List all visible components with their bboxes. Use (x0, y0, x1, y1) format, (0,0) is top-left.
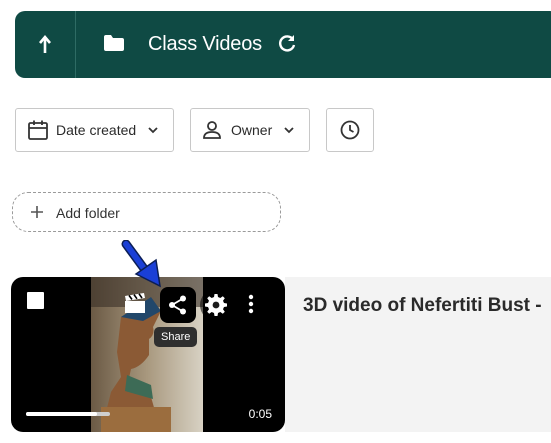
go-up-button[interactable] (15, 11, 76, 78)
person-icon (203, 121, 221, 139)
recent-filter-button[interactable] (326, 108, 374, 152)
owner-filter-button[interactable]: Owner (190, 108, 310, 152)
date-created-label: Date created (56, 122, 137, 138)
share-tooltip: Share (154, 327, 198, 347)
arrow-up-icon (39, 34, 51, 53)
refresh-icon[interactable] (276, 33, 298, 55)
share-button[interactable] (160, 287, 196, 323)
folder-title: Class Videos (148, 33, 262, 55)
folder-icon (104, 35, 124, 51)
video-thumbnail[interactable]: Share 0:05 (11, 277, 285, 432)
select-checkbox[interactable] (27, 292, 44, 309)
video-title[interactable]: 3D video of Nefertiti Bust - (303, 295, 551, 317)
chevron-down-icon (284, 127, 294, 134)
video-progress-bar[interactable] (26, 412, 110, 416)
calendar-icon (28, 120, 48, 140)
date-created-filter-button[interactable]: Date created (15, 108, 174, 152)
more-vertical-icon[interactable] (247, 293, 255, 315)
gear-icon (205, 294, 227, 316)
annotation-arrow-icon (121, 240, 161, 288)
add-folder-button[interactable]: Add folder (12, 192, 281, 232)
add-folder-label: Add folder (56, 205, 120, 221)
clapper-icon[interactable] (123, 293, 147, 315)
clock-icon (340, 120, 360, 140)
video-duration: 0:05 (248, 407, 272, 421)
settings-button[interactable] (200, 289, 232, 321)
owner-label: Owner (231, 122, 273, 138)
video-progress-fill (26, 412, 98, 416)
plus-icon (31, 206, 43, 218)
chevron-down-icon (148, 127, 158, 134)
folder-header: Class Videos (15, 11, 551, 78)
share-icon (169, 295, 186, 315)
